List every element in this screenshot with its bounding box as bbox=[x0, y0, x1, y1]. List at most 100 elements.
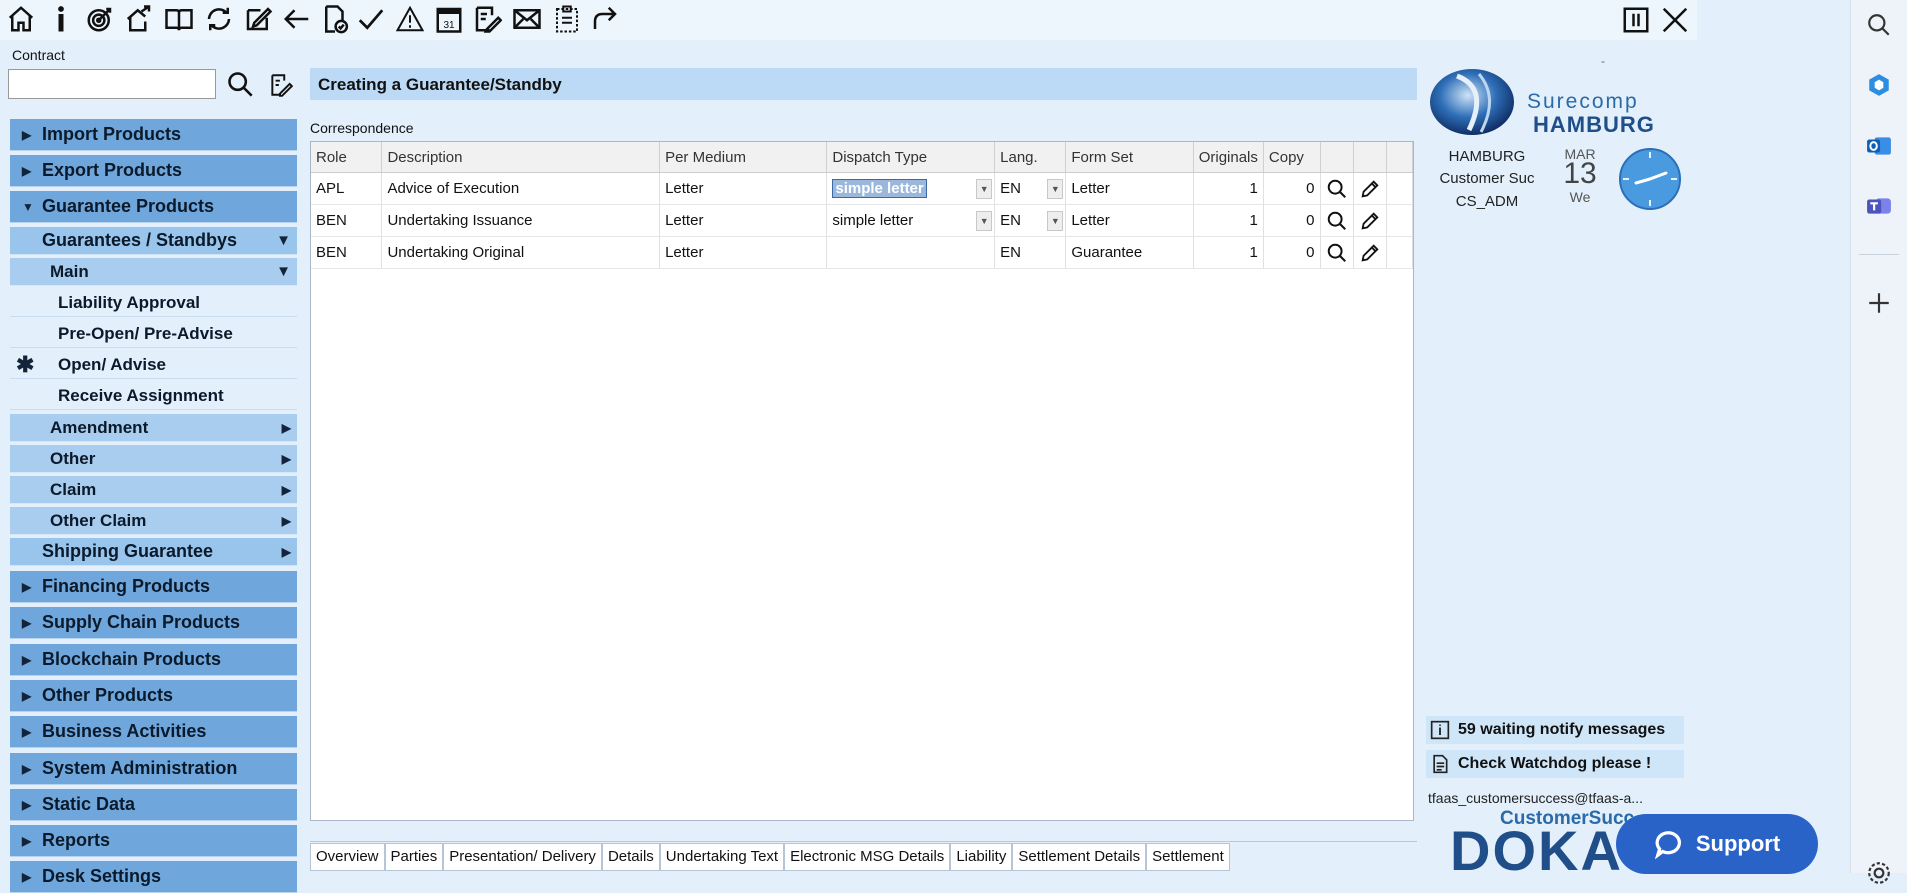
column-header[interactable]: Originals bbox=[1193, 142, 1264, 173]
warning-icon[interactable] bbox=[393, 2, 427, 36]
checkmark-icon[interactable] bbox=[354, 2, 388, 36]
column-header[interactable]: Per Medium bbox=[659, 142, 828, 173]
sidebar-item-financing-products[interactable]: ▶ Financing Products bbox=[10, 571, 297, 603]
chevron-down-icon[interactable]: ▼ bbox=[1047, 211, 1064, 231]
sidebar-item-shipping-guarantee[interactable]: ▶ Shipping Guarantee bbox=[10, 538, 297, 566]
cell-medium[interactable]: Letter bbox=[659, 172, 828, 205]
sidebar-item-static-data[interactable]: ▶ Static Data bbox=[10, 789, 297, 821]
sidebar-item-blockchain-products[interactable]: ▶ Blockchain Products bbox=[10, 644, 297, 676]
column-header[interactable]: Dispatch Type bbox=[826, 142, 996, 173]
view-cell[interactable] bbox=[1320, 204, 1354, 237]
pencil-icon[interactable] bbox=[1359, 242, 1381, 264]
cell-copy[interactable]: 0 bbox=[1263, 172, 1321, 205]
sidebar-item-business-activities[interactable]: ▶ Business Activities bbox=[10, 716, 297, 748]
sidebar-item-desk-settings[interactable]: ▶ Desk Settings bbox=[10, 861, 297, 893]
cell-description[interactable]: Undertaking Issuance bbox=[381, 204, 661, 237]
cell-description[interactable]: Undertaking Original bbox=[381, 236, 661, 269]
search-icon[interactable] bbox=[1326, 242, 1348, 264]
support-button[interactable]: Support bbox=[1616, 814, 1818, 874]
sidebar-item-liability-approval[interactable]: Liability Approval bbox=[10, 289, 297, 317]
clipboard-icon[interactable] bbox=[550, 2, 584, 36]
copilot-icon[interactable] bbox=[1866, 72, 1892, 98]
edit-cell[interactable] bbox=[1353, 172, 1387, 205]
table-row[interactable]: BEN Undertaking Original Letter EN Guarantee… bbox=[311, 236, 1413, 269]
tab-details[interactable]: Details bbox=[601, 843, 660, 871]
search-icon[interactable] bbox=[1866, 12, 1892, 38]
edit-icon[interactable] bbox=[241, 2, 275, 36]
table-row[interactable]: BEN Undertaking Issuance Letter simple lett… bbox=[311, 204, 1413, 237]
cell-lang[interactable]: EN ▼ bbox=[994, 172, 1067, 205]
sidebar-item-claim[interactable]: ▶ Claim bbox=[10, 476, 297, 504]
cell-orig[interactable]: 1 bbox=[1193, 172, 1264, 205]
back-arrow-icon[interactable] bbox=[280, 2, 314, 36]
sidebar-item-export-products[interactable]: ▶ Export Products bbox=[10, 155, 297, 187]
teams-icon[interactable] bbox=[1866, 193, 1892, 219]
document-edit-icon[interactable] bbox=[470, 2, 504, 36]
chevron-down-icon[interactable]: ▼ bbox=[976, 179, 993, 199]
target-icon[interactable] bbox=[83, 2, 117, 36]
chevron-down-icon[interactable]: ▼ bbox=[976, 211, 993, 231]
cell-orig[interactable]: 1 bbox=[1193, 204, 1264, 237]
cell-role[interactable]: BEN bbox=[311, 236, 383, 269]
cell-dispatch[interactable]: simple letter ▼ bbox=[826, 172, 996, 205]
cell-dispatch[interactable]: simple letter ▼ bbox=[826, 204, 996, 237]
pencil-icon[interactable] bbox=[1359, 178, 1381, 200]
sidebar-item-main[interactable]: ▼ Main bbox=[10, 258, 297, 286]
contract-input[interactable] bbox=[8, 69, 216, 99]
sidebar-item-amendment[interactable]: ▶ Amendment bbox=[10, 414, 297, 442]
tab-settlement-details[interactable]: Settlement Details bbox=[1012, 843, 1147, 871]
add-icon[interactable] bbox=[1866, 290, 1892, 316]
cell-role[interactable]: BEN bbox=[311, 204, 383, 237]
edit-cell[interactable] bbox=[1353, 204, 1387, 237]
sidebar-item-reports[interactable]: ▶ Reports bbox=[10, 825, 297, 857]
table-row[interactable]: APL Advice of Execution Letter simple lette… bbox=[311, 172, 1413, 205]
notes-icon[interactable] bbox=[268, 72, 294, 98]
cell-medium[interactable]: Letter bbox=[659, 236, 828, 269]
sync-icon[interactable] bbox=[202, 2, 236, 36]
document-check-icon[interactable] bbox=[318, 2, 352, 36]
cell-form[interactable]: Letter bbox=[1065, 172, 1194, 205]
cell-medium[interactable]: Letter bbox=[659, 204, 828, 237]
cell-orig[interactable]: 1 bbox=[1193, 236, 1264, 269]
column-header[interactable]: Role bbox=[311, 142, 383, 173]
column-header[interactable]: Description bbox=[381, 142, 661, 173]
sidebar-item-import-products[interactable]: ▶ Import Products bbox=[10, 119, 297, 151]
tab-parties[interactable]: Parties bbox=[384, 843, 444, 871]
search-icon[interactable] bbox=[1326, 178, 1348, 200]
settings-icon[interactable] bbox=[1866, 860, 1892, 886]
cell-lang[interactable]: EN bbox=[994, 236, 1067, 269]
tab-presentation-delivery[interactable]: Presentation/ Delivery bbox=[443, 843, 602, 871]
sidebar-item-supply-chain-products[interactable]: ▶ Supply Chain Products bbox=[10, 607, 297, 639]
cell-copy[interactable]: 0 bbox=[1263, 204, 1321, 237]
sidebar-item-other-products[interactable]: ▶ Other Products bbox=[10, 680, 297, 712]
cell-copy[interactable]: 0 bbox=[1263, 236, 1321, 269]
info-icon[interactable] bbox=[44, 2, 78, 36]
cell-description[interactable]: Advice of Execution bbox=[381, 172, 661, 205]
export-house-icon[interactable] bbox=[122, 2, 156, 36]
cell-role[interactable]: APL bbox=[311, 172, 383, 205]
chevron-down-icon[interactable]: ▼ bbox=[1047, 179, 1064, 199]
sidebar-item-system-administration[interactable]: ▶ System Administration bbox=[10, 753, 297, 785]
outlook-icon[interactable] bbox=[1866, 133, 1892, 159]
tab-settlement[interactable]: Settlement bbox=[1146, 843, 1230, 871]
sidebar-item-pre-open-pre-advise[interactable]: Pre-Open/ Pre-Advise bbox=[10, 320, 297, 348]
cell-lang[interactable]: EN ▼ bbox=[994, 204, 1067, 237]
home-icon[interactable] bbox=[4, 2, 38, 36]
notify-messages[interactable]: 59 waiting notify messages bbox=[1426, 716, 1684, 744]
calendar-icon[interactable]: 31 bbox=[432, 2, 466, 36]
cell-form[interactable]: Letter bbox=[1065, 204, 1194, 237]
sidebar-item-receive-assignment[interactable]: Receive Assignment bbox=[10, 382, 297, 410]
tab-electronic-msg-details[interactable]: Electronic MSG Details bbox=[784, 843, 951, 871]
search-icon[interactable] bbox=[1326, 210, 1348, 232]
close-icon[interactable] bbox=[1660, 5, 1688, 33]
search-icon[interactable] bbox=[226, 70, 254, 98]
redo-icon[interactable] bbox=[588, 2, 622, 36]
column-header[interactable]: Form Set bbox=[1065, 142, 1194, 173]
sidebar-item-other-claim[interactable]: ▶ Other Claim bbox=[10, 507, 297, 535]
cell-form[interactable]: Guarantee bbox=[1065, 236, 1194, 269]
sidebar-item-guarantee-products[interactable]: ▼ Guarantee Products bbox=[10, 191, 297, 223]
tab-overview[interactable]: Overview bbox=[310, 843, 385, 871]
mail-icon[interactable] bbox=[510, 2, 544, 36]
cell-dispatch[interactable] bbox=[826, 236, 996, 269]
sidebar-item-other[interactable]: ▶ Other bbox=[10, 445, 297, 473]
